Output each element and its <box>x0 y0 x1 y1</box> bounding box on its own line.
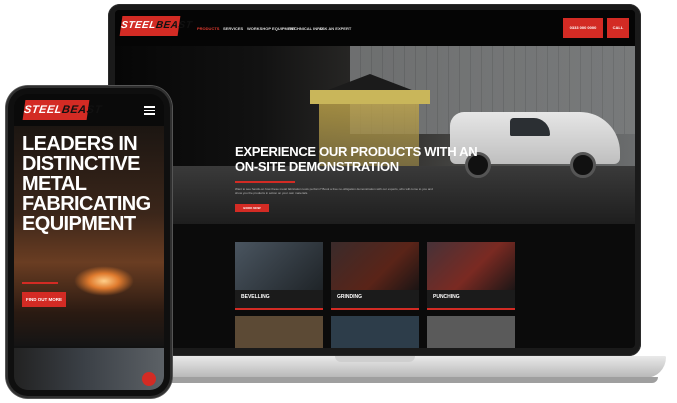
tile-image <box>235 242 323 290</box>
hero-van-window <box>510 118 550 136</box>
tile-image <box>331 242 419 290</box>
hero-divider <box>235 181 295 183</box>
hamburger-icon[interactable] <box>144 104 155 117</box>
logo-text-beast: BEAST <box>61 104 103 116</box>
category-tile-punching[interactable]: PUNCHING <box>427 242 515 310</box>
phone-button[interactable]: 0333 000 0000 <box>563 18 603 38</box>
mobile-title-line: DISTINCTIVE <box>22 153 140 175</box>
mobile-title-line: LEADERS IN <box>22 133 138 155</box>
laptop-notch <box>335 356 415 362</box>
tile-image <box>427 242 515 290</box>
mobile-bottom-section <box>14 348 164 390</box>
nav-item-ask-an-expert[interactable]: ASK AN EXPERT <box>319 26 351 31</box>
tile-accent-bar <box>427 308 515 310</box>
tile-label: GRINDING <box>337 294 362 300</box>
chat-icon[interactable] <box>142 372 156 386</box>
hero-title: EXPERIENCE OUR PRODUCTS WITH AN ON-SITE … <box>235 144 478 174</box>
mobile-tile-image <box>14 348 164 390</box>
mobile-title-line: FABRICATING <box>22 193 151 215</box>
logo-text-steel: STEEL <box>23 104 63 116</box>
tile-label: PUNCHING <box>433 294 460 300</box>
mobile-header: STEELBEAST <box>14 94 164 126</box>
laptop-screen: STEELBEAST PRODUCTS SERVICES WORKSHOP EQ… <box>115 10 635 348</box>
desktop-header: STEELBEAST PRODUCTS SERVICES WORKSHOP EQ… <box>115 10 635 46</box>
nav-item-technical-info[interactable]: TECHNICAL INFO <box>289 26 323 31</box>
call-button[interactable]: CALL <box>607 18 629 38</box>
mobile-logo[interactable]: STEELBEAST <box>22 100 103 120</box>
nav-item-products[interactable]: PRODUCTS <box>197 26 219 31</box>
laptop-base-edge <box>94 377 658 383</box>
category-tile[interactable] <box>331 316 419 348</box>
phone-screen: STEELBEAST LEADERS IN DISTINCTIVE METAL … <box>14 94 164 390</box>
mobile-hero-title: LEADERS IN DISTINCTIVE METAL FABRICATING… <box>22 134 151 234</box>
book-now-button[interactable]: BOOK NOW <box>235 204 269 212</box>
logo-text-beast: BEAST <box>155 20 193 31</box>
category-tile-bevelling[interactable]: BEVELLING <box>235 242 323 310</box>
mobile-title-line: EQUIPMENT <box>22 213 136 235</box>
mobile-title-line: METAL <box>22 173 87 195</box>
hero-body-text: Want to see hands-on how these metal fab… <box>235 187 433 195</box>
tile-accent-bar <box>331 308 419 310</box>
hero-title-line: EXPERIENCE OUR PRODUCTS WITH AN <box>235 144 478 159</box>
find-out-more-button[interactable]: FIND OUT MORE <box>22 292 66 307</box>
category-tile[interactable] <box>235 316 323 348</box>
category-tile[interactable] <box>427 316 515 348</box>
hero-title-line: ON-SITE DEMONSTRATION <box>235 159 399 174</box>
tile-accent-bar <box>235 308 323 310</box>
hero-ground <box>115 166 635 224</box>
desktop-hero: EXPERIENCE OUR PRODUCTS WITH AN ON-SITE … <box>115 46 635 224</box>
hero-tent-banner <box>310 90 430 104</box>
van-wheel <box>570 152 596 178</box>
sparks-image <box>74 266 134 296</box>
tile-label: BEVELLING <box>241 294 270 300</box>
desktop-logo[interactable]: STEELBEAST <box>119 16 193 36</box>
mobile-hero-divider <box>22 282 58 284</box>
nav-item-services[interactable]: SERVICES <box>223 26 243 31</box>
category-tile-grinding[interactable]: GRINDING <box>331 242 419 310</box>
logo-text-steel: STEEL <box>120 20 157 31</box>
